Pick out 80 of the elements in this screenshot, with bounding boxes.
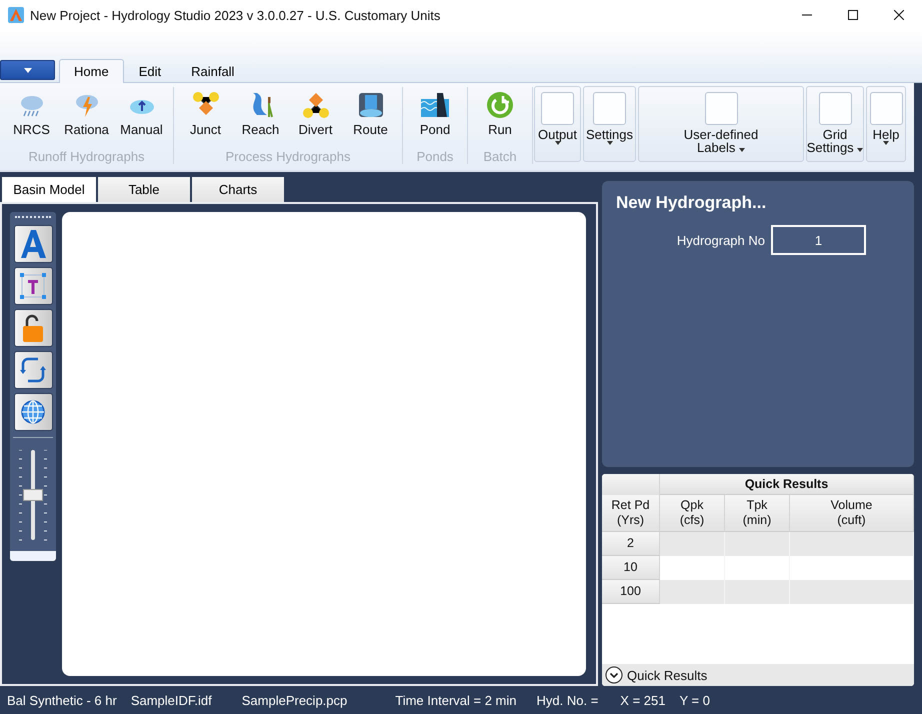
ribbon-tab[interactable]: Home [59,59,124,83]
text-box-button[interactable] [14,267,52,306]
blank-icon [818,92,852,125]
column-header: Ret Pd (Yrs) [602,495,660,532]
globe-button[interactable] [14,393,52,432]
dropdown-button[interactable]: Grid Settings [806,86,864,162]
ribbon-tab[interactable]: Edit [124,59,176,83]
text-style-button[interactable] [14,225,52,264]
caret-icon [606,141,612,145]
hydrograph-no-field[interactable]: 1 [771,225,866,256]
status-text: Hyd. No. = [536,692,598,708]
group-label: Runoff Hydrographs [27,148,146,164]
letter-a-icon [18,228,48,260]
ribbon-tab[interactable]: Rainfall [176,59,250,83]
group-label: Ponds [416,148,454,164]
sync-arrows-icon [20,355,46,386]
view-tab[interactable]: Charts [192,177,284,202]
column-header: Volume (cuft) [790,495,914,532]
status-text: SampleIDF.idf [130,692,212,708]
caret-icon [554,141,560,145]
header-corner [602,474,660,496]
blank-icon [870,92,902,125]
expand-toggle[interactable] [10,551,56,562]
close-icon [894,10,904,20]
view-tab[interactable]: Table [98,177,190,202]
view-tab[interactable]: Basin Model [2,177,96,202]
waterfall-icon [356,91,384,119]
dropdown-button[interactable]: Help [866,86,906,162]
refresh-button[interactable] [14,351,52,390]
dam-icon [421,91,449,119]
text-box-icon [18,271,48,302]
quick-results-toggle[interactable]: Quick Results [627,668,708,683]
caret-icon [857,148,864,152]
caret-icon [883,141,889,145]
ribbon-button[interactable]: Route [343,87,398,148]
ribbon-button[interactable]: Rationa [59,87,114,148]
ribbon-button[interactable]: Reach [233,87,288,148]
status-text: Bal Synthetic - 6 hr [7,692,117,708]
refresh-icon [486,91,514,119]
lock-button[interactable] [14,309,52,348]
application-menu-button[interactable] [0,60,55,80]
status-text: X = 251 [620,692,666,708]
dropdown-button[interactable]: Settings [583,86,636,162]
status-text: SamplePrecip.pcp [242,692,348,708]
diversion-node-icon [302,91,330,119]
column-header: Tpk (min) [725,495,790,532]
status-text: Y = 0 [679,692,710,708]
group-label: Batch [482,148,518,164]
field-label: Hydrograph No [676,232,765,248]
row-header: 10 [602,556,660,580]
table-cell [725,532,790,556]
group-label: Process Hydrographs [224,148,352,164]
ribbon-button[interactable]: Manual [114,87,169,148]
dropdown-button[interactable]: User-defined Labels [638,86,804,162]
slider-thumb[interactable] [23,489,43,502]
app-logo-icon [8,7,24,23]
table-cell [660,580,725,604]
ribbon-button[interactable]: Divert [288,87,343,148]
row-header: 100 [602,580,660,604]
window-title: New Project - Hydrology Studio 2023 v 3.0.0.27 - U.S. Customary Units [30,8,440,22]
unlocked-padlock-icon [21,313,45,344]
globe-icon [20,399,46,426]
row-header: 2 [602,532,660,556]
column-header: Qpk (cfs) [660,495,725,532]
caret-icon [738,148,745,152]
ribbon-button[interactable]: Run [472,87,528,148]
ribbon-button[interactable]: NRCS [4,87,59,148]
table-cell [660,532,725,556]
panel-title: New Hydrograph... [616,193,768,214]
chevron-down-icon[interactable] [605,666,623,684]
maximize-icon [848,10,858,20]
ribbon-button[interactable]: Junct [178,87,233,148]
blank-icon [593,92,626,125]
table-title: Quick Results [660,474,914,496]
blank-icon [704,92,738,125]
caret-icon [24,68,32,72]
dropdown-button[interactable]: Output [534,86,581,162]
blank-icon [541,92,574,125]
status-text: Time Interval = 2 min [395,692,517,708]
ribbon-button[interactable]: Pond [407,87,463,148]
